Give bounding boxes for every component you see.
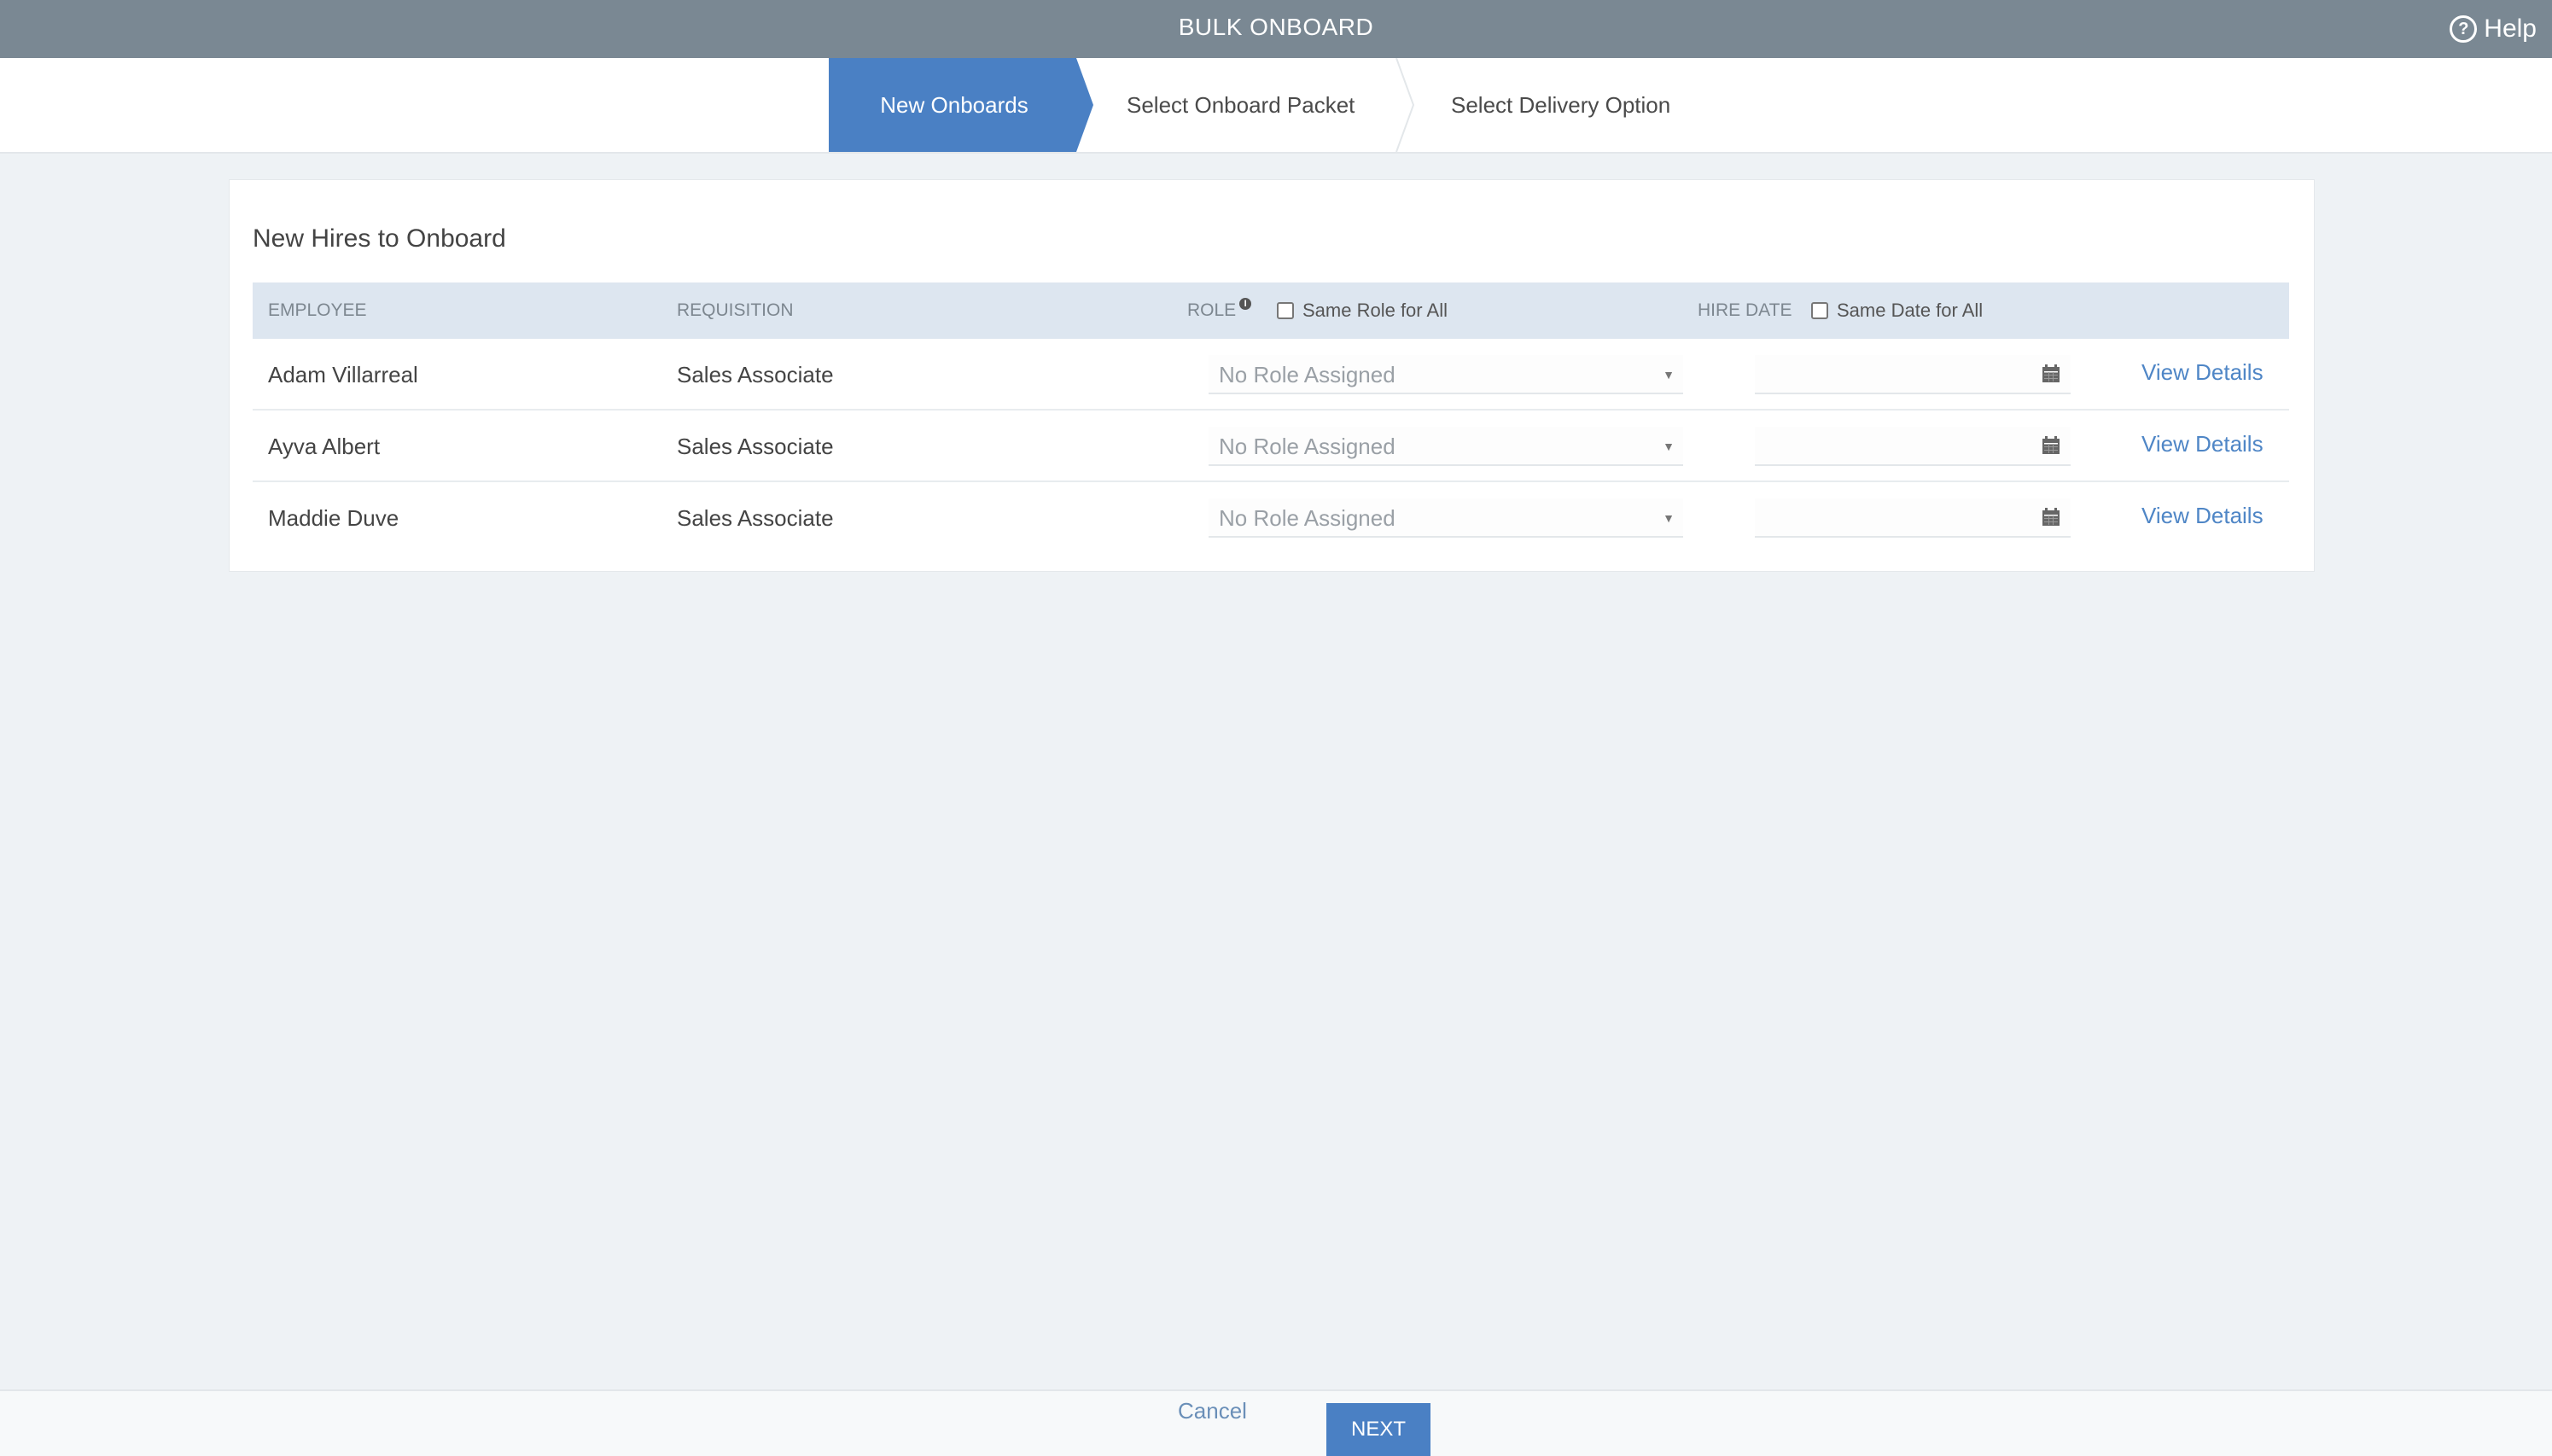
step-label: Select Delivery Option	[1451, 92, 1671, 118]
table-header: EMPLOYEE REQUISITION ROLE i Same Role for…	[253, 282, 2289, 339]
step-label: Select Onboard Packet	[1127, 92, 1355, 118]
calendar-icon[interactable]	[2042, 364, 2060, 383]
role-select[interactable]: No Role Assigned ▼	[1209, 355, 1683, 394]
role-select-value: No Role Assigned	[1219, 434, 1395, 459]
step-separator-chevron	[1395, 58, 1415, 152]
requisition: Sales Associate	[677, 505, 834, 531]
same-date-label: Same Date for All	[1837, 300, 1984, 321]
hire-date-input[interactable]	[1755, 498, 2071, 538]
step-select-onboard-packet[interactable]: Select Onboard Packet	[1127, 58, 1355, 152]
calendar-icon[interactable]	[2042, 508, 2060, 527]
checkbox-box[interactable]	[1811, 302, 1828, 319]
role-select-value: No Role Assigned	[1219, 505, 1395, 531]
wizard-steps: New Onboards Select Onboard Packet Selec…	[0, 58, 2552, 154]
same-role-label: Same Role for All	[1302, 300, 1448, 321]
page-title: BULK ONBOARD	[1178, 14, 1374, 40]
footer-bar: Cancel NEXT	[0, 1389, 2552, 1456]
column-role: ROLE i	[1187, 282, 1252, 339]
card-title: New Hires to Onboard	[253, 224, 506, 253]
requisition: Sales Associate	[677, 434, 834, 459]
title-bar: BULK ONBOARD ? Help	[0, 0, 2552, 58]
step-label: New Onboards	[880, 92, 1028, 118]
employee-name: Maddie Duve	[268, 505, 399, 531]
table-row: Ayva Albert Sales Associate No Role Assi…	[253, 411, 2289, 482]
checkbox-box[interactable]	[1277, 302, 1294, 319]
caret-down-icon: ▼	[1663, 511, 1675, 525]
next-button[interactable]: NEXT	[1326, 1403, 1430, 1456]
view-details-link[interactable]: View Details	[2141, 339, 2264, 411]
help-button[interactable]: ? Help	[2450, 0, 2537, 58]
step-select-delivery-option[interactable]: Select Delivery Option	[1451, 58, 1670, 152]
same-role-for-all-checkbox[interactable]: Same Role for All	[1277, 282, 1448, 339]
role-select[interactable]: No Role Assigned ▼	[1209, 498, 1683, 538]
view-details-link[interactable]: View Details	[2141, 411, 2264, 482]
employee-name: Ayva Albert	[268, 434, 381, 459]
table-row: Adam Villarreal Sales Associate No Role …	[253, 339, 2289, 411]
role-select-value: No Role Assigned	[1219, 362, 1395, 387]
caret-down-icon: ▼	[1663, 440, 1675, 453]
role-select[interactable]: No Role Assigned ▼	[1209, 427, 1683, 466]
help-label: Help	[2484, 15, 2537, 43]
column-role-label: ROLE	[1187, 300, 1237, 320]
table-row: Maddie Duve Sales Associate No Role Assi…	[253, 482, 2289, 554]
hire-date-input[interactable]	[1755, 355, 2071, 394]
question-circle-icon: ?	[2450, 15, 2478, 43]
employee-name: Adam Villarreal	[268, 362, 418, 387]
step-new-onboards[interactable]: New Onboards	[829, 58, 1093, 152]
hire-date-input[interactable]	[1755, 427, 2071, 466]
info-icon[interactable]: i	[1239, 298, 1252, 310]
requisition: Sales Associate	[677, 362, 834, 387]
new-hires-card: New Hires to Onboard EMPLOYEE REQUISITIO…	[229, 179, 2315, 572]
calendar-icon[interactable]	[2042, 436, 2060, 455]
column-employee: EMPLOYEE	[268, 300, 367, 320]
column-hire-date: HIRE DATE	[1698, 300, 1792, 320]
view-details-link[interactable]: View Details	[2141, 482, 2264, 554]
cancel-button[interactable]: Cancel	[1178, 1391, 1247, 1456]
column-requisition: REQUISITION	[677, 300, 794, 320]
caret-down-icon: ▼	[1663, 368, 1675, 381]
same-date-for-all-checkbox[interactable]: Same Date for All	[1811, 282, 1983, 339]
